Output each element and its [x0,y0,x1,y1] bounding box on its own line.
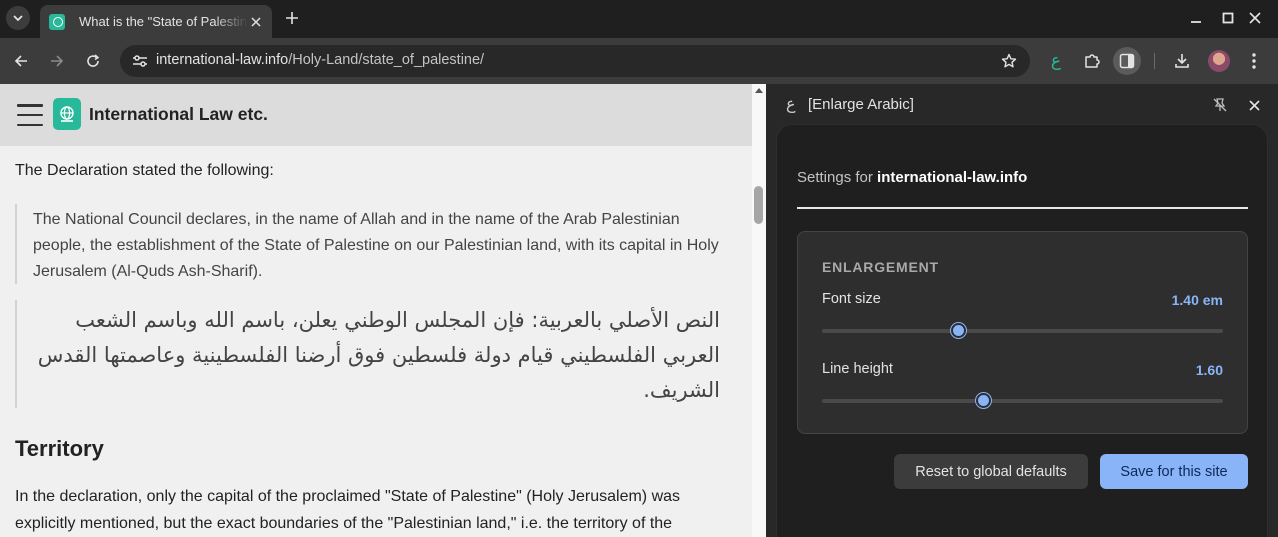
reset-to-global-defaults-button[interactable]: Reset to global defaults [894,454,1088,489]
toolbar-separator [1154,53,1155,69]
bookmark-button[interactable] [998,50,1020,72]
settings-site-name: international-law.info [877,169,1028,186]
settings-for-label: Settings for international-law.info [797,169,1027,186]
site-info-button[interactable] [128,49,152,73]
english-quote: The National Council declares, in the na… [15,204,731,284]
close-icon [251,16,261,27]
scroll-up-arrow-icon[interactable] [755,88,763,93]
menu-button[interactable] [1240,47,1268,75]
new-tab-button[interactable] [282,8,302,28]
arabic-letter-icon: ع [786,94,796,113]
extension-settings-content: Settings for international-law.info ENLA… [776,124,1268,537]
globe-icon [60,106,74,122]
download-icon [1175,54,1189,68]
line-height-value: 1.60 [1195,362,1223,378]
divider [797,207,1248,209]
downloads-button[interactable] [1168,47,1196,75]
profile-avatar[interactable] [1208,50,1230,72]
save-for-this-site-button[interactable]: Save for this site [1100,454,1248,489]
minimize-icon [1191,21,1201,23]
tab-search-button[interactable] [6,6,30,30]
territory-paragraph: In the declaration, only the capital of … [15,488,681,532]
side-panel-icon [1119,53,1135,69]
arrow-right-icon [51,55,64,67]
puzzle-icon [1085,54,1100,68]
maximize-icon [1222,12,1234,24]
reload-button[interactable] [79,47,107,75]
section-title: ENLARGEMENT [822,259,939,275]
font-size-label: Font size [822,291,881,307]
unpin-button[interactable] [1210,95,1230,115]
extensions-button[interactable] [1078,47,1106,75]
line-height-label: Line height [822,361,893,377]
plus-icon [286,12,298,24]
close-icon [1249,12,1261,24]
arrow-left-icon [14,55,27,67]
close-window-button[interactable] [1244,8,1266,28]
font-size-slider-thumb[interactable] [950,323,966,338]
active-tab[interactable]: What is the "State of Palestine" [40,5,272,38]
globe-book-logo-icon[interactable] [53,98,81,130]
line-height-slider[interactable] [822,393,1223,408]
url-path: /Holy-Land/state_of_palestine/ [288,52,485,68]
star-icon [1001,53,1017,68]
settings-prefix: Settings for [797,169,878,186]
line-height-slider-thumb[interactable] [976,393,992,408]
reload-icon [87,54,100,67]
site-name[interactable]: International Law etc. [89,104,268,125]
page-scrollbar[interactable] [752,84,766,537]
tune-icon [133,55,147,67]
side-panel: ع [Enlarge Arabic] Settings for internat… [766,84,1278,537]
address-bar[interactable]: international-law.info/Holy-Land/state_o… [120,45,1030,77]
hamburger-menu-icon[interactable] [17,104,43,126]
scrollbar-thumb[interactable] [754,186,763,224]
web-page: International Law etc. The Declaration s… [0,84,752,537]
tab-close-button[interactable] [248,14,264,30]
territory-heading: Territory [15,436,104,461]
side-panel-close-button[interactable] [1244,95,1264,115]
back-button[interactable] [7,47,35,75]
side-panel-title: [Enlarge Arabic] [808,96,914,113]
url-text[interactable]: international-law.info/Holy-Land/state_o… [156,52,484,68]
forward-button[interactable] [43,47,71,75]
url-host: international-law.info [156,52,289,68]
minimize-button[interactable] [1185,8,1207,28]
site-favicon-icon [49,13,65,30]
unpin-icon [1213,98,1227,112]
arabic-letter-icon: ع [1050,51,1062,71]
browser-toolbar: international-law.info/Holy-Land/state_o… [0,38,1278,84]
site-header: International Law etc. [0,84,752,146]
chevron-down-icon [13,15,23,22]
close-icon [1248,99,1260,111]
enlarge-arabic-extension-button[interactable]: ع [1042,47,1070,75]
enlargement-card: ENLARGEMENT Font size 1.40 em Line heigh… [797,231,1248,434]
side-panel-button[interactable] [1113,47,1141,75]
tab-strip: What is the "State of Palestine" [0,0,1278,38]
intro-paragraph: The Declaration stated the following: [15,162,274,179]
tab-title: What is the "State of Palestine" [79,14,248,29]
maximize-button[interactable] [1217,8,1239,28]
font-size-value: 1.40 em [1171,292,1223,308]
font-size-slider[interactable] [822,323,1223,338]
arabic-quote: النص الأصلي بالعربية: فإن المجلس الوطني … [15,300,731,408]
more-vertical-icon [1252,53,1256,69]
